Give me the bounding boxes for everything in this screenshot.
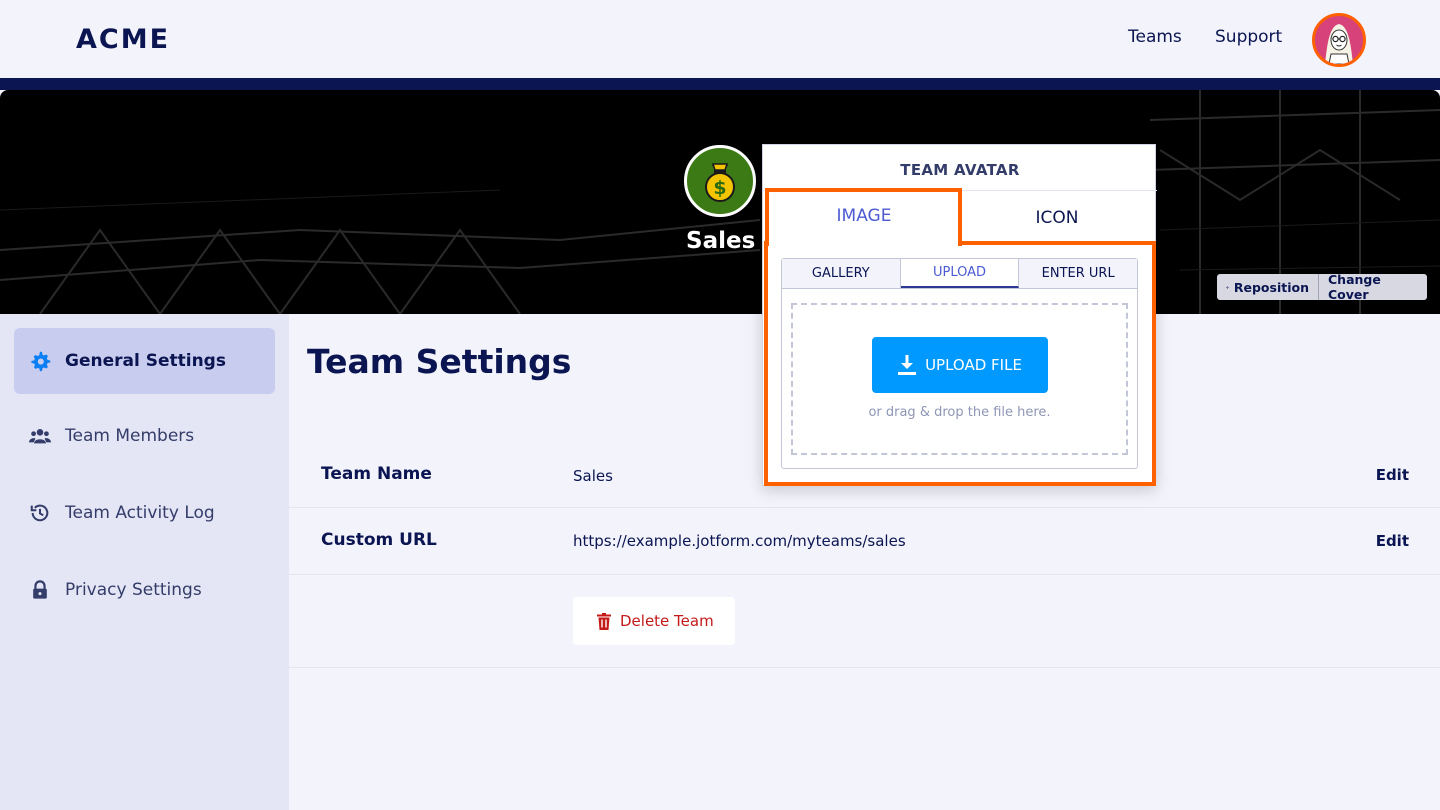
tab-image[interactable]: IMAGE bbox=[767, 191, 961, 244]
drop-hint-text: or drag & drop the file here. bbox=[868, 405, 1051, 420]
reposition-label: Reposition bbox=[1233, 279, 1309, 295]
file-drop-zone[interactable]: UPLOAD FILE or drag & drop the file here… bbox=[791, 303, 1128, 455]
cover-actions: Reposition Change Cover bbox=[1217, 272, 1427, 302]
delete-team-button[interactable]: Delete Team bbox=[573, 597, 735, 645]
acme-logo[interactable]: ACME bbox=[76, 24, 170, 55]
cover-team-name: Sales bbox=[686, 228, 756, 254]
users-icon bbox=[29, 425, 51, 447]
highlight-gap bbox=[769, 241, 958, 245]
upload-file-label: UPLOAD FILE bbox=[925, 356, 1022, 374]
reposition-button[interactable]: Reposition bbox=[1217, 274, 1319, 300]
sidebar-item-label: General Settings bbox=[65, 351, 226, 371]
delete-row bbox=[289, 575, 1440, 668]
delete-team-label: Delete Team bbox=[620, 612, 714, 630]
custom-url-value: https://example.jotform.com/myteams/sale… bbox=[573, 532, 906, 550]
popover-title: TEAM AVATAR bbox=[900, 161, 1020, 179]
trash-icon bbox=[597, 612, 611, 630]
user-avatar[interactable] bbox=[1312, 13, 1366, 67]
download-arrow-icon bbox=[898, 355, 917, 375]
edit-team-name-button[interactable]: Edit bbox=[1376, 466, 1409, 484]
history-icon bbox=[29, 502, 51, 524]
page-title: Team Settings bbox=[307, 342, 572, 381]
sidebar-item-label: Privacy Settings bbox=[65, 580, 202, 600]
image-source-panel: GALLERY UPLOAD ENTER URL UPLOAD FILE or … bbox=[781, 258, 1138, 469]
sidebar-item-label: Team Members bbox=[65, 426, 195, 446]
move-icon bbox=[1226, 285, 1229, 289]
tab-icon[interactable]: ICON bbox=[960, 191, 1154, 244]
tab-enter-url[interactable]: ENTER URL bbox=[1019, 259, 1137, 288]
sidebar-item-privacy-settings[interactable]: Privacy Settings bbox=[14, 557, 275, 623]
change-cover-button[interactable]: Change Cover bbox=[1319, 272, 1427, 302]
tab-gallery[interactable]: GALLERY bbox=[782, 259, 901, 288]
sidebar-item-label: Team Activity Log bbox=[65, 503, 215, 523]
upload-file-button[interactable]: UPLOAD FILE bbox=[872, 337, 1048, 393]
team-name-value: Sales bbox=[573, 467, 613, 485]
top-navbar: ACME Teams Support bbox=[0, 0, 1440, 78]
team-name-label: Team Name bbox=[321, 464, 432, 484]
custom-url-label: Custom URL bbox=[321, 530, 437, 550]
sidebar-item-team-activity-log[interactable]: Team Activity Log bbox=[14, 480, 275, 546]
money-bag-icon: $ bbox=[705, 163, 735, 202]
header-divider bbox=[0, 78, 1440, 90]
team-avatar[interactable]: $ bbox=[684, 145, 756, 217]
svg-text:$: $ bbox=[713, 177, 726, 199]
settings-sidebar: General Settings Team Members Team Activ… bbox=[0, 314, 289, 810]
edit-custom-url-button[interactable]: Edit bbox=[1376, 532, 1409, 550]
change-cover-label: Change Cover bbox=[1328, 272, 1381, 302]
sidebar-item-general-settings[interactable]: General Settings bbox=[14, 328, 275, 394]
custom-url-row: Custom URL https://example.jotform.com/m… bbox=[289, 508, 1440, 575]
user-portrait-icon bbox=[1315, 16, 1363, 64]
gear-icon bbox=[29, 350, 51, 372]
tab-upload[interactable]: UPLOAD bbox=[900, 259, 1020, 288]
lock-icon bbox=[29, 579, 51, 601]
nav-teams-link[interactable]: Teams bbox=[1128, 27, 1182, 47]
nav-support-link[interactable]: Support bbox=[1215, 27, 1282, 47]
sidebar-item-team-members[interactable]: Team Members bbox=[14, 403, 275, 469]
image-source-tabs: GALLERY UPLOAD ENTER URL bbox=[782, 259, 1137, 289]
team-avatar-popover: TEAM AVATAR IMAGE ICON GALLERY UPLOAD EN… bbox=[762, 144, 1157, 486]
